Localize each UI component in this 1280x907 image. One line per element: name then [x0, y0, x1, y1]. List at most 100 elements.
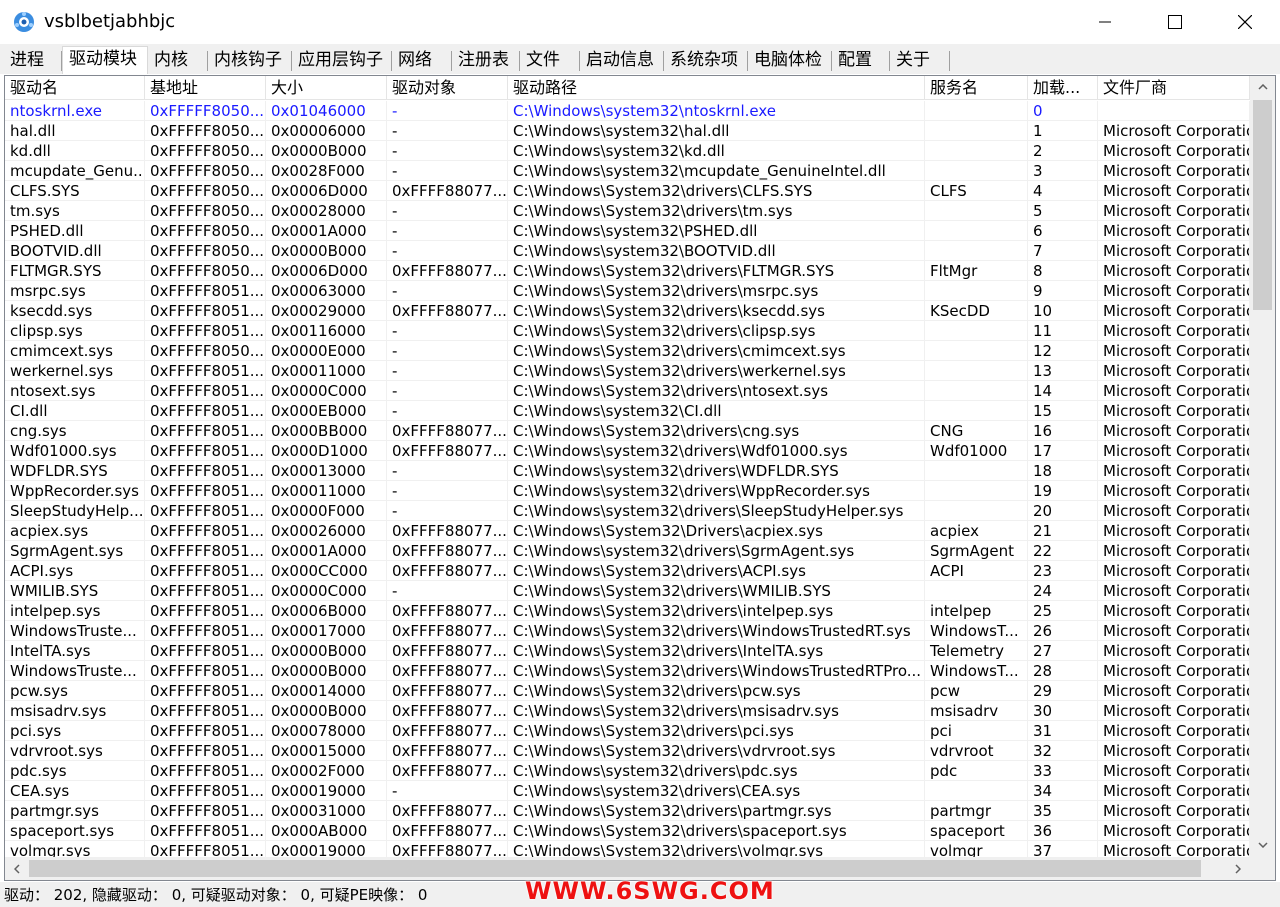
column-header[interactable]: 大小 [266, 76, 387, 100]
table-cell: 0x00063000 [266, 281, 387, 301]
table-row[interactable]: werkernel.sys 0xFFFFF8051... 0x00011000- C:… [5, 361, 1250, 381]
table-row[interactable]: clipsp.sys 0xFFFFF8051... 0x00116000- C:\Wi… [5, 321, 1250, 341]
table-cell: SgrmAgent [925, 541, 1028, 561]
table-row[interactable]: PSHED.dll 0xFFFFF8050... 0x0001A000- C:\Win… [5, 221, 1250, 241]
table-cell: 0x0002F000 [266, 761, 387, 781]
table-row[interactable]: cng.sys 0xFFFFF8051... 0x000BB000 0xFFFF880… [5, 421, 1250, 441]
driver-list-view[interactable]: 驱动名 基地址 大小 驱动对象 驱动路径 服务名 加载... 文件厂商 ntoskrnl.ex… [4, 75, 1276, 881]
table-cell [925, 161, 1028, 181]
table-cell: C:\Windows\System32\drivers\werkernel.sy… [508, 361, 925, 381]
tab-7[interactable]: 文件 [520, 48, 580, 74]
table-row[interactable]: ntoskrnl.exe 0xFFFFF8050... 0x01046000- C:\… [5, 101, 1250, 121]
table-cell: 0xFFFFF8051... [145, 781, 266, 801]
table-cell: 6 [1028, 221, 1098, 241]
table-cell: WMILIB.SYS [5, 581, 145, 601]
tab-5[interactable]: 网络 [392, 48, 452, 74]
table-row[interactable]: CI.dll 0xFFFFF8051... 0x000EB000- C:\Window… [5, 401, 1250, 421]
table-row[interactable]: spaceport.sys 0xFFFFF8051... 0x000AB000 0xF… [5, 821, 1250, 841]
table-row[interactable]: acpiex.sys 0xFFFFF8051... 0x00026000 0xFFFF… [5, 521, 1250, 541]
table-cell: 10 [1028, 301, 1098, 321]
table-cell: C:\Windows\system32\drivers\SgrmAgent.sy… [508, 541, 925, 561]
table-cell: 0xFFFFF8051... [145, 481, 266, 501]
table-row[interactable]: CLFS.SYS 0xFFFFF8050... 0x0006D000 0xFFFF88… [5, 181, 1250, 201]
table-cell: C:\Windows\System32\drivers\cng.sys [508, 421, 925, 441]
scroll-left-icon[interactable] [5, 857, 29, 880]
table-row[interactable]: ntosext.sys 0xFFFFF8051... 0x0000C000- C:\W… [5, 381, 1250, 401]
table-row[interactable]: Wdf01000.sys 0xFFFFF8051... 0x000D1000 0xFF… [5, 441, 1250, 461]
table-cell [925, 221, 1028, 241]
table-cell: 31 [1028, 721, 1098, 741]
table-cell: 0xFFFF88077... [387, 441, 508, 461]
column-header[interactable]: 驱动路径 [508, 76, 925, 100]
table-row[interactable]: IntelTA.sys 0xFFFFF8051... 0x0000B000 0xFFF… [5, 641, 1250, 661]
tab-11[interactable]: 配置 [832, 48, 890, 74]
column-header[interactable]: 服务名 [925, 76, 1028, 100]
table-row[interactable]: msrpc.sys 0xFFFFF8051... 0x00063000- C:\Win… [5, 281, 1250, 301]
table-cell [925, 781, 1028, 801]
table-cell: C:\Windows\System32\drivers\CLFS.SYS [508, 181, 925, 201]
horizontal-scroll-thumb[interactable] [29, 860, 1201, 877]
table-row[interactable]: ACPI.sys 0xFFFFF8051... 0x000CC000 0xFFFF88… [5, 561, 1250, 581]
table-cell: - [387, 161, 508, 181]
scroll-up-icon[interactable] [1250, 76, 1275, 98]
tab-2[interactable]: 内核 [148, 48, 208, 74]
tab-8[interactable]: 启动信息 [580, 48, 664, 74]
table-row[interactable]: CEA.sys 0xFFFFF8051... 0x00019000- C:\Windo… [5, 781, 1250, 801]
table-row[interactable]: partmgr.sys 0xFFFFF8051... 0x00031000 0xFFF… [5, 801, 1250, 821]
table-row[interactable]: volmgr.sys 0xFFFFF8051... 0x00019000 0xFFFF… [5, 841, 1250, 857]
table-row[interactable]: FLTMGR.SYS 0xFFFFF8050... 0x0006D000 0xFFFF… [5, 261, 1250, 281]
table-cell: 0xFFFFF8050... [145, 201, 266, 221]
table-cell: BOOTVID.dll [5, 241, 145, 261]
minimize-button[interactable] [1070, 0, 1140, 44]
table-row[interactable]: BOOTVID.dll 0xFFFFF8050... 0x0000B000- C:\W… [5, 241, 1250, 261]
vertical-scrollbar[interactable] [1250, 76, 1275, 857]
table-row[interactable]: pcw.sys 0xFFFFF8051... 0x00014000 0xFFFF880… [5, 681, 1250, 701]
column-header[interactable]: 驱动对象 [387, 76, 508, 100]
table-row[interactable]: SgrmAgent.sys 0xFFFFF8051... 0x0001A000 0xF… [5, 541, 1250, 561]
table-cell: C:\Windows\system32\mcupdate_GenuineInte… [508, 161, 925, 181]
table-row[interactable]: WindowsTruste... 0xFFFFF8051... 0x0000B000… [5, 661, 1250, 681]
table-row[interactable]: kd.dll 0xFFFFF8050... 0x0000B000- C:\Window… [5, 141, 1250, 161]
column-header[interactable]: 驱动名 [5, 76, 145, 100]
tab-4[interactable]: 应用层钩子 [292, 48, 392, 74]
tab-6[interactable]: 注册表 [452, 48, 520, 74]
tab-0[interactable]: 进程 [4, 48, 62, 74]
scroll-down-icon[interactable] [1250, 833, 1275, 857]
scroll-right-icon[interactable] [1226, 857, 1250, 880]
table-row[interactable]: msisadrv.sys 0xFFFFF8051... 0x0000B000 0xFF… [5, 701, 1250, 721]
maximize-button[interactable] [1140, 0, 1210, 44]
table-row[interactable]: cmimcext.sys 0xFFFFF8050... 0x0000E000- C:\… [5, 341, 1250, 361]
table-row[interactable]: tm.sys 0xFFFFF8050... 0x00028000- C:\Window… [5, 201, 1250, 221]
table-row[interactable]: WDFLDR.SYS 0xFFFFF8051... 0x00013000- C:\Wi… [5, 461, 1250, 481]
table-cell: 16 [1028, 421, 1098, 441]
table-row[interactable]: vdrvroot.sys 0xFFFFF8051... 0x00015000 0xFF… [5, 741, 1250, 761]
table-row[interactable]: ksecdd.sys 0xFFFFF8051... 0x00029000 0xFFFF… [5, 301, 1250, 321]
table-cell: CEA.sys [5, 781, 145, 801]
table-row[interactable]: WppRecorder.sys 0xFFFFF8051... 0x00011000-… [5, 481, 1250, 501]
tab-label: 驱动模块 [69, 49, 137, 69]
tab-3[interactable]: 内核钩子 [208, 48, 292, 74]
table-row[interactable]: pci.sys 0xFFFFF8051... 0x00078000 0xFFFF880… [5, 721, 1250, 741]
table-cell: 0xFFFF88077... [387, 181, 508, 201]
table-cell: C:\Windows\system32\BOOTVID.dll [508, 241, 925, 261]
table-row[interactable]: pdc.sys 0xFFFFF8051... 0x0002F000 0xFFFF880… [5, 761, 1250, 781]
table-cell: pdc.sys [5, 761, 145, 781]
tab-10[interactable]: 电脑体检 [748, 48, 832, 74]
column-header[interactable]: 加载... [1028, 76, 1098, 100]
tab-12[interactable]: 关于 [890, 48, 950, 74]
table-cell: C:\Windows\System32\drivers\ACPI.sys [508, 561, 925, 581]
table-cell: kd.dll [5, 141, 145, 161]
table-row[interactable]: WMILIB.SYS 0xFFFFF8051... 0x0000C000- C:\Wi… [5, 581, 1250, 601]
table-row[interactable]: hal.dll 0xFFFFF8050... 0x00006000- C:\Windo… [5, 121, 1250, 141]
tab-9[interactable]: 系统杂项 [664, 48, 748, 74]
table-row[interactable]: WindowsTruste... 0xFFFFF8051... 0x00017000… [5, 621, 1250, 641]
column-header[interactable]: 基地址 [145, 76, 266, 100]
tab-1[interactable]: 驱动模块 [62, 46, 148, 74]
column-header[interactable]: 文件厂商 [1098, 76, 1250, 100]
table-cell [925, 241, 1028, 261]
table-row[interactable]: SleepStudyHelp... 0xFFFFF8051... 0x0000F00… [5, 501, 1250, 521]
vertical-scroll-thumb[interactable] [1253, 100, 1272, 310]
table-row[interactable]: intelpep.sys 0xFFFFF8051... 0x0006B000 0xFF… [5, 601, 1250, 621]
table-row[interactable]: mcupdate_Genu... 0xFFFFF8050... 0x0028F000… [5, 161, 1250, 181]
close-button[interactable] [1210, 0, 1280, 44]
